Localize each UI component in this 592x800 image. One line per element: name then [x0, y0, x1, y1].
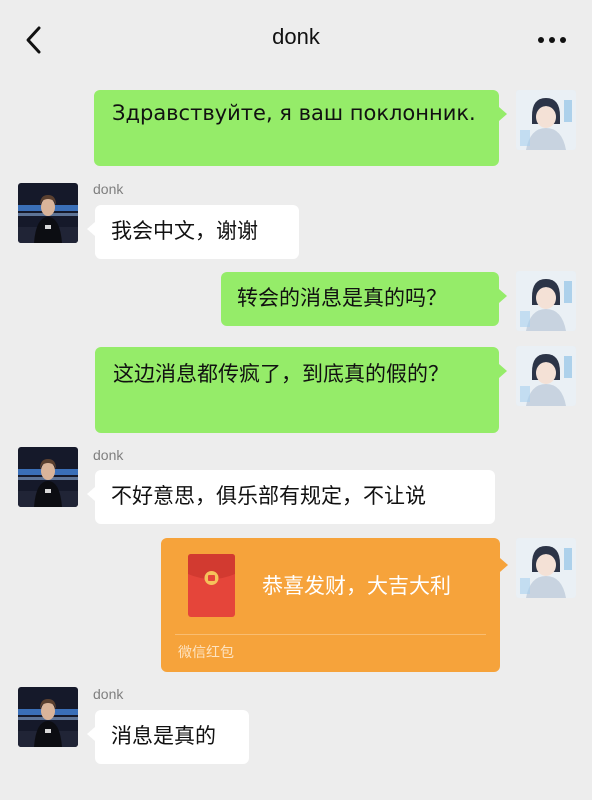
sender-name: donk — [93, 447, 124, 463]
chat-message-bubble[interactable]: 不好意思，俱乐部有规定，不让说 — [87, 470, 495, 524]
chat-header: donk — [0, 0, 592, 82]
message-text: 不好意思，俱乐部有规定，不让说 — [111, 484, 426, 508]
red-packet-icon — [188, 554, 235, 617]
donk-avatar[interactable] — [18, 687, 78, 747]
chat-title: donk — [272, 24, 320, 49]
sender-name: donk — [93, 181, 124, 197]
red-packet-source: 微信红包 — [178, 645, 234, 661]
message-text: 转会的消息是真的吗？ — [237, 286, 447, 310]
sender-name: donk — [93, 686, 124, 702]
red-packet-card[interactable]: 恭喜发财，大吉大利 微信红包 — [161, 538, 508, 672]
my-avatar[interactable] — [516, 90, 576, 150]
message-text: 消息是真的 — [111, 724, 216, 748]
chat-message-bubble[interactable]: 消息是真的 — [87, 710, 249, 764]
my-avatar[interactable] — [516, 271, 576, 331]
more-horizontal-icon[interactable] — [536, 35, 568, 45]
chat-message-bubble[interactable]: Здравствуйте, я ваш поклонник. — [94, 90, 507, 166]
message-text: 这边消息都传疯了，到底真的假的？ — [113, 362, 449, 386]
my-avatar[interactable] — [516, 346, 576, 406]
chat-message-bubble[interactable]: 这边消息都传疯了，到底真的假的？ — [95, 347, 507, 433]
message-text: 我会中文，谢谢 — [111, 219, 258, 243]
chat-message-bubble[interactable]: 我会中文，谢谢 — [87, 205, 299, 259]
my-avatar[interactable] — [516, 538, 576, 598]
red-packet-greeting: 恭喜发财，大吉大利 — [262, 574, 451, 598]
divider — [175, 634, 486, 635]
donk-avatar[interactable] — [18, 183, 78, 243]
chat-message-bubble[interactable]: 转会的消息是真的吗？ — [221, 272, 507, 326]
donk-avatar[interactable] — [18, 447, 78, 507]
message-text: Здравствуйте, я ваш поклонник. — [112, 101, 476, 125]
